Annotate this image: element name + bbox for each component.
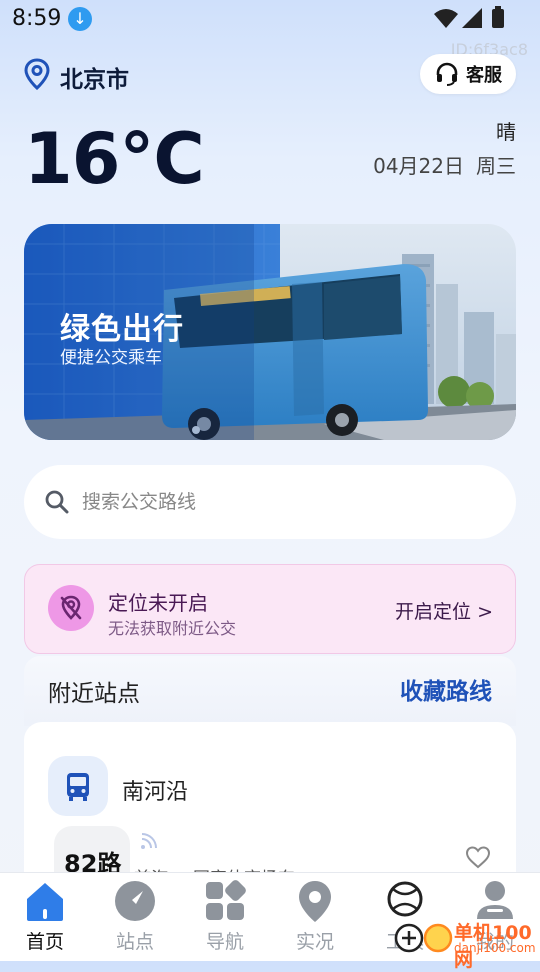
nav-navigation-label: 导航 [205, 931, 244, 953]
nearby-header: 附近站点 收藏路线 [24, 656, 516, 726]
banner-subtitle: 便捷公交乘车 [60, 348, 162, 368]
weekday: 周三 [476, 154, 516, 178]
status-icons [434, 6, 504, 28]
home-icon [27, 883, 63, 921]
enable-location-link[interactable]: 开启定位 > [395, 597, 493, 624]
city-name[interactable]: 北京市 [60, 60, 129, 94]
headset-icon [436, 62, 458, 86]
search-icon [45, 490, 69, 514]
nearby-stop-card[interactable]: 南河沿 82路 首汽 → 国家体育场东 [24, 722, 516, 892]
wifi-icon [434, 9, 458, 28]
search-bar[interactable] [24, 465, 516, 539]
realtime-signal-icon [141, 833, 157, 849]
grid-icon [206, 880, 246, 920]
bus-stop-icon [48, 756, 108, 816]
search-input[interactable] [80, 490, 464, 514]
location-disabled-card[interactable]: 定位未开启 无法获取附近公交 开启定位 > [24, 564, 516, 654]
compass-icon [115, 881, 155, 921]
nav-home-label: 首页 [25, 931, 64, 953]
nav-home[interactable]: 首页 [0, 873, 90, 961]
nav-stations-label: 站点 [115, 931, 154, 953]
download-icon: ↓ [68, 7, 92, 31]
user-icon [477, 881, 513, 919]
temperature: 16°C [24, 118, 205, 200]
date-line: 04月22日 周三 [373, 150, 516, 179]
favorite-routes-link[interactable]: 收藏路线 [400, 672, 492, 706]
signal-icon [462, 8, 482, 28]
battery-icon [492, 9, 504, 28]
ball-icon [387, 881, 423, 917]
customer-service-button[interactable]: 客服 [420, 54, 516, 94]
map-pin-icon [299, 881, 331, 922]
location-notice-title: 定位未开启 [108, 591, 208, 615]
location-pin-icon[interactable] [24, 58, 50, 90]
favorite-heart-icon[interactable] [464, 844, 492, 870]
banner-title: 绿色出行 [60, 312, 184, 347]
nearby-title: 附近站点 [48, 681, 140, 707]
nav-live[interactable]: 实况 [270, 873, 360, 961]
stop-name: 南河沿 [122, 780, 189, 805]
date: 04月22日 [373, 154, 464, 178]
location-off-icon [48, 585, 94, 631]
nav-stations[interactable]: 站点 [90, 873, 180, 961]
status-time: 8:59 [12, 6, 62, 31]
customer-service-label: 客服 [466, 65, 502, 86]
weather-condition: 晴 [496, 120, 516, 144]
promo-banner[interactable]: 绿色出行 便捷公交乘车 [24, 224, 516, 440]
site-watermark-url: danji100.com [454, 941, 536, 955]
nav-navigation[interactable]: 导航 [180, 873, 270, 961]
location-notice-subtitle: 无法获取附近公交 [108, 619, 237, 638]
nav-live-label: 实况 [295, 931, 334, 953]
